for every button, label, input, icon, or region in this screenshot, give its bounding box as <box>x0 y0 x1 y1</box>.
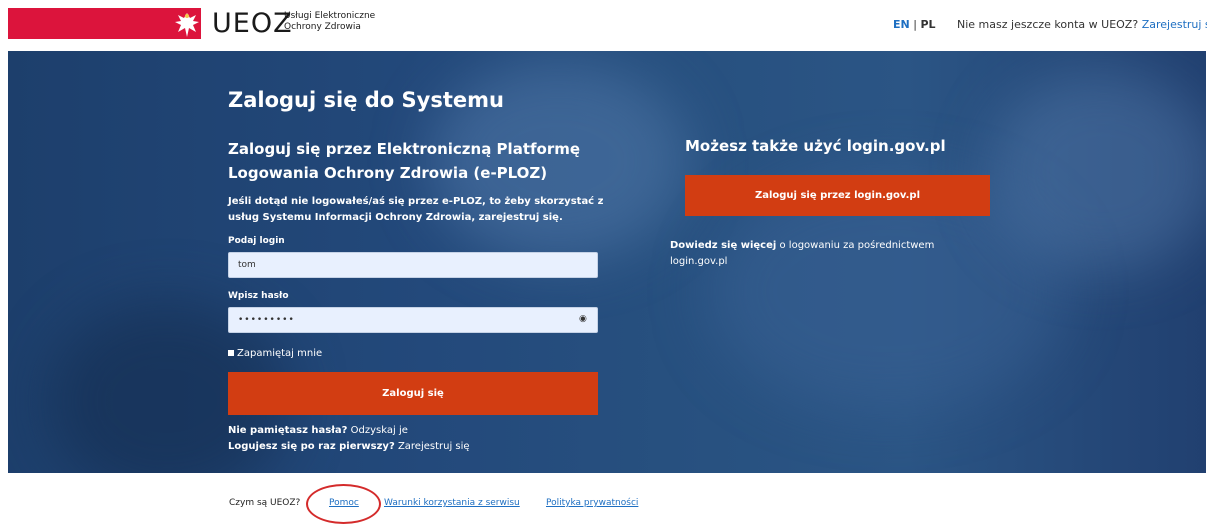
login-button[interactable]: Zaloguj się <box>228 372 598 415</box>
top-header: UEOZ Usługi Elektroniczne Ochrony Zdrowi… <box>0 0 1207 50</box>
highlight-circle-annotation <box>306 484 381 524</box>
learn-more-link[interactable]: Dowiedz się więcej <box>670 240 776 251</box>
forgot-password-text: Nie pamiętasz hasła? <box>228 425 348 436</box>
language-switcher: EN | PL <box>893 18 936 31</box>
password-value: ••••••••• <box>238 315 295 325</box>
lang-separator: | <box>909 18 921 31</box>
help-links: Nie pamiętasz hasła? Odzyskaj je Logujes… <box>228 423 470 455</box>
gov-info: Dowiedz się więcej o logowaniu za pośred… <box>670 238 980 270</box>
checkbox-icon[interactable] <box>228 350 234 356</box>
eploz-heading: Zaloguj się przez Elektroniczną Platform… <box>228 140 581 182</box>
no-account-text: Nie masz jeszcze konta w UEOZ? <box>957 18 1139 31</box>
footer-link-terms[interactable]: Warunki korzystania z serwisu <box>384 498 520 508</box>
login-hero: Zaloguj się do Systemu Zaloguj się przez… <box>8 51 1206 473</box>
login-input[interactable]: tom <box>228 252 598 278</box>
page-title: Zaloguj się do Systemu <box>228 88 504 112</box>
eploz-info-text: Jeśli dotąd nie logowałeś/aś się przez e… <box>228 196 604 223</box>
footer-link-privacy[interactable]: Polityka prywatności <box>546 498 638 508</box>
lang-pl-link[interactable]: PL <box>920 18 935 31</box>
remember-me-checkbox[interactable]: Zapamiętaj mnie <box>228 348 322 359</box>
login-label: Podaj login <box>228 236 285 246</box>
recover-password-link[interactable]: Odzyskaj je <box>351 425 408 436</box>
login-gov-button[interactable]: Zaloguj się przez login.gov.pl <box>685 175 990 216</box>
footer <box>0 474 1207 516</box>
first-register-link[interactable]: Zarejestruj się <box>398 441 470 452</box>
gov-heading: Możesz także użyć login.gov.pl <box>685 137 946 155</box>
lang-en-link[interactable]: EN <box>893 18 910 31</box>
logo-text[interactable]: UEOZ <box>212 8 293 40</box>
eagle-emblem-icon <box>175 13 199 37</box>
remember-me-label: Zapamiętaj mnie <box>237 348 323 359</box>
eye-icon[interactable]: ◉ <box>579 315 589 324</box>
password-label: Wpisz hasło <box>228 291 289 301</box>
logo-subtitle: Usługi Elektroniczne Ochrony Zdrowia <box>284 11 376 32</box>
footer-link-what-is[interactable]: Czym są UEOZ? <box>229 498 300 508</box>
no-account-notice: Nie masz jeszcze konta w UEOZ? Zarejestr… <box>957 18 1207 31</box>
background-blur <box>988 71 1206 271</box>
first-login-text: Logujesz się po raz pierwszy? <box>228 441 395 452</box>
register-link[interactable]: Zarejestruj się <box>1142 18 1207 31</box>
password-input[interactable]: ••••••••• ◉ <box>228 307 598 333</box>
